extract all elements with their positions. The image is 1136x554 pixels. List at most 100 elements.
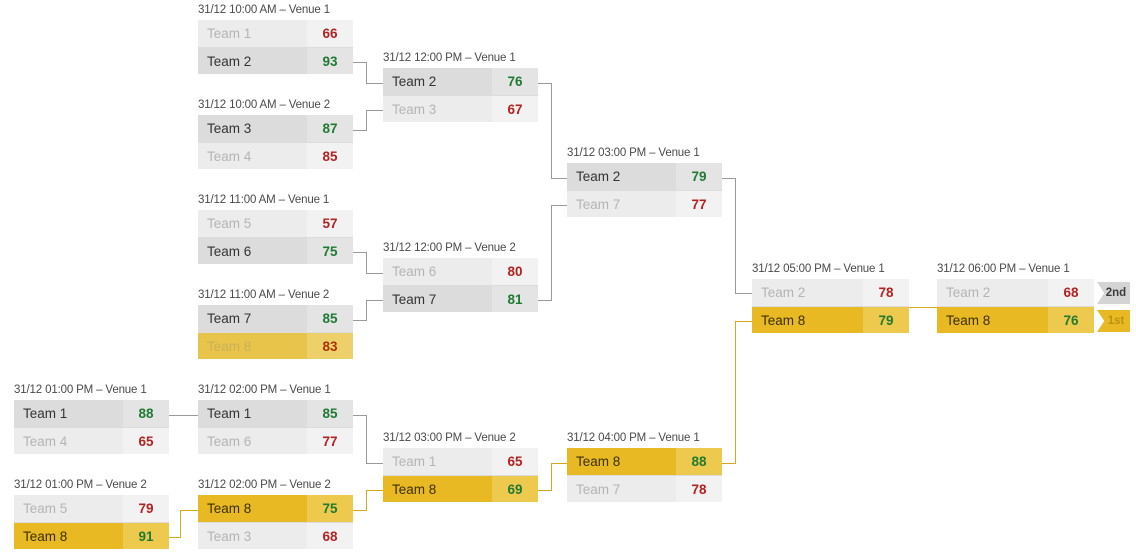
team-score: 91 bbox=[123, 523, 169, 549]
team-score: 65 bbox=[492, 448, 538, 475]
match-card: 31/12 11:00 AM – Venue 1 Team 5 57 Team … bbox=[198, 194, 353, 264]
team-name: Team 2 bbox=[946, 285, 991, 300]
match-card: 31/12 11:00 AM – Venue 2 Team 7 85 Team … bbox=[198, 289, 353, 359]
team-score: 77 bbox=[307, 428, 353, 454]
connector-m7-m8-vert bbox=[735, 178, 736, 294]
team-name: Team 8 bbox=[392, 481, 437, 497]
connector-m6-m7 bbox=[538, 300, 552, 301]
team-name: Team 6 bbox=[207, 243, 252, 259]
connector-m7-in-bottom bbox=[551, 205, 567, 206]
team-name: Team 8 bbox=[576, 454, 621, 469]
team-score: 79 bbox=[676, 163, 722, 190]
team-name: Team 2 bbox=[761, 285, 806, 300]
match-row-bottom[interactable]: Team 3 67 bbox=[383, 95, 538, 122]
match-row-top[interactable]: Team 7 85 bbox=[198, 305, 353, 332]
match-card: 31/12 01:00 PM – Venue 1 Team 1 88 Team … bbox=[14, 384, 169, 454]
connector-m5-in-bottom bbox=[366, 110, 383, 111]
team-score: 67 bbox=[492, 96, 538, 122]
match-row-top[interactable]: Team 1 66 bbox=[198, 20, 353, 47]
team-name: Team 2 bbox=[392, 74, 437, 89]
match-card: 31/12 02:00 PM – Venue 2 Team 8 75 Team … bbox=[198, 479, 353, 549]
team-name: Team 1 bbox=[207, 406, 252, 421]
match-row-top[interactable]: Team 2 78 bbox=[752, 279, 909, 306]
match-row-bottom[interactable]: Team 7 81 bbox=[383, 285, 538, 312]
match-row-top[interactable]: Team 6 80 bbox=[383, 258, 538, 285]
match-card: 31/12 03:00 PM – Venue 1 Team 2 79 Team … bbox=[567, 147, 722, 217]
team-score: 87 bbox=[307, 115, 353, 142]
connector-m1-m5-vert bbox=[366, 62, 367, 84]
match-row-bottom[interactable]: Team 7 78 bbox=[567, 475, 722, 502]
match-card: 31/12 05:00 PM – Venue 1 Team 2 78 Team … bbox=[752, 263, 909, 333]
match-row-bottom[interactable]: Team 8 83 bbox=[198, 332, 353, 359]
connector-m8-m9 bbox=[907, 307, 937, 308]
match-row-top[interactable]: Team 1 65 bbox=[383, 448, 538, 475]
rank-badge-first: 1st bbox=[1097, 310, 1130, 332]
match-card: 31/12 01:00 PM – Venue 2 Team 5 79 Team … bbox=[14, 479, 169, 549]
team-score: 78 bbox=[676, 476, 722, 502]
connector-m14-m15-vert bbox=[551, 463, 552, 491]
match-card: 31/12 12:00 PM – Venue 2 Team 6 80 Team … bbox=[383, 242, 538, 312]
match-label: 31/12 06:00 PM – Venue 1 bbox=[937, 263, 1070, 275]
connector-m14-in-top bbox=[366, 463, 383, 464]
match-row-top[interactable]: Team 2 79 bbox=[567, 163, 722, 190]
match-row-bottom[interactable]: Team 7 77 bbox=[567, 190, 722, 217]
team-score: 85 bbox=[307, 305, 353, 332]
team-score: 75 bbox=[307, 238, 353, 264]
team-score: 68 bbox=[1048, 279, 1094, 306]
team-score: 65 bbox=[123, 428, 169, 454]
match-row-bottom[interactable]: Team 8 91 bbox=[14, 522, 169, 549]
team-name: Team 3 bbox=[207, 528, 252, 544]
team-name: Team 5 bbox=[207, 216, 252, 231]
connector-m14-m15 bbox=[538, 490, 552, 491]
connector-m15-m8-vert bbox=[735, 321, 736, 464]
team-name: Team 1 bbox=[23, 406, 68, 421]
connector-m10-m12 bbox=[169, 415, 198, 416]
connector-m4-m6 bbox=[353, 320, 367, 321]
connector-m13-m14-vert bbox=[366, 490, 367, 511]
connector-m4-m6-vert bbox=[366, 300, 367, 321]
match-row-bottom[interactable]: Team 2 93 bbox=[198, 47, 353, 74]
match-row-bottom[interactable]: Team 8 79 bbox=[752, 306, 909, 333]
match-label: 31/12 02:00 PM – Venue 2 bbox=[198, 479, 331, 491]
connector-m6-in-bottom bbox=[366, 300, 383, 301]
match-row-top[interactable]: Team 1 85 bbox=[198, 400, 353, 427]
match-row-top[interactable]: Team 3 87 bbox=[198, 115, 353, 142]
team-name: Team 5 bbox=[23, 501, 68, 516]
match-row-top[interactable]: Team 1 88 bbox=[14, 400, 169, 427]
match-row-bottom[interactable]: Team 8 76 bbox=[937, 306, 1094, 333]
team-name: Team 8 bbox=[761, 312, 806, 328]
match-row-top[interactable]: Team 5 79 bbox=[14, 495, 169, 522]
match-row-top[interactable]: Team 5 57 bbox=[198, 210, 353, 237]
team-score: 68 bbox=[307, 523, 353, 549]
connector-m11-m13-vert bbox=[180, 510, 181, 538]
match-label: 31/12 11:00 AM – Venue 2 bbox=[198, 289, 330, 301]
team-name: Team 8 bbox=[23, 528, 68, 544]
team-name: Team 8 bbox=[207, 338, 252, 354]
team-score: 69 bbox=[492, 476, 538, 502]
team-score: 85 bbox=[307, 143, 353, 169]
match-row-top[interactable]: Team 2 76 bbox=[383, 68, 538, 95]
connector-m6-m7-vert bbox=[551, 205, 552, 301]
match-row-top[interactable]: Team 8 88 bbox=[567, 448, 722, 475]
team-name: Team 7 bbox=[576, 481, 621, 497]
match-label: 31/12 12:00 PM – Venue 1 bbox=[383, 52, 516, 64]
connector-m3-m6 bbox=[353, 252, 367, 253]
team-name: Team 8 bbox=[207, 501, 252, 516]
connector-m1-m5 bbox=[353, 62, 367, 63]
team-score: 78 bbox=[863, 279, 909, 306]
match-row-bottom[interactable]: Team 4 85 bbox=[198, 142, 353, 169]
match-row-bottom[interactable]: Team 4 65 bbox=[14, 427, 169, 454]
match-row-bottom[interactable]: Team 3 68 bbox=[198, 522, 353, 549]
match-row-top[interactable]: Team 8 75 bbox=[198, 495, 353, 522]
connector-m15-in-top bbox=[551, 463, 568, 464]
connector-m7-in-top bbox=[551, 178, 567, 179]
match-row-bottom[interactable]: Team 6 75 bbox=[198, 237, 353, 264]
connector-m3-m6-vert bbox=[366, 252, 367, 274]
match-row-bottom[interactable]: Team 8 69 bbox=[383, 475, 538, 502]
match-row-bottom[interactable]: Team 6 77 bbox=[198, 427, 353, 454]
match-label: 31/12 11:00 AM – Venue 1 bbox=[198, 194, 330, 206]
connector-m8-in-bottom bbox=[735, 321, 752, 322]
match-row-top[interactable]: Team 2 68 bbox=[937, 279, 1094, 306]
connector-m5-m7-vert bbox=[551, 83, 552, 179]
team-score: 81 bbox=[492, 286, 538, 312]
